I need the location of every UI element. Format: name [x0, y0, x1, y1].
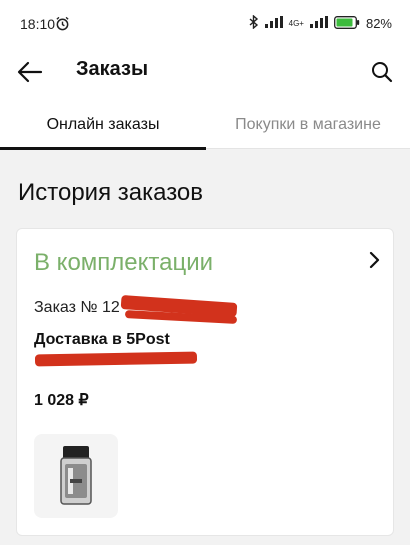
tab-online-orders[interactable]: Онлайн заказы — [0, 100, 206, 150]
tab-store-purchases[interactable]: Покупки в магазине — [206, 100, 410, 149]
order-card[interactable]: В комплектации Заказ № 12 Доставка в 5Po… — [16, 228, 394, 536]
status-time: 18:10 — [20, 16, 56, 32]
back-button[interactable] — [14, 56, 46, 88]
app-bar: Заказы — [0, 50, 410, 100]
signal-icon — [264, 16, 283, 31]
delivery-method: Доставка в 5Post — [34, 331, 170, 348]
tabs: Онлайн заказы Покупки в магазине — [0, 100, 410, 150]
arrow-left-icon — [17, 61, 43, 83]
order-number: Заказ № 12 — [34, 299, 120, 316]
product-thumbnail[interactable] — [34, 434, 118, 518]
perfume-bottle-icon — [60, 446, 92, 505]
network-type: 4G+ — [288, 18, 304, 28]
section-title: История заказов — [18, 179, 204, 206]
redaction-mark — [34, 351, 198, 367]
search-button[interactable] — [366, 56, 398, 88]
page-title: Заказы — [76, 58, 149, 80]
status-bar: 18:10 4G+ 82% — [0, 0, 410, 50]
order-price: 1 028 ₽ — [34, 392, 89, 409]
battery-icon — [334, 15, 360, 32]
order-status: В комплектации — [34, 249, 214, 276]
bluetooth-icon — [249, 14, 259, 32]
alarm-icon — [55, 16, 70, 36]
signal-2-icon — [309, 16, 328, 31]
search-icon — [372, 62, 393, 83]
battery-level: 82% — [365, 16, 392, 31]
status-indicators: 4G+ 82% — [249, 14, 392, 32]
chevron-right-icon — [369, 251, 381, 274]
